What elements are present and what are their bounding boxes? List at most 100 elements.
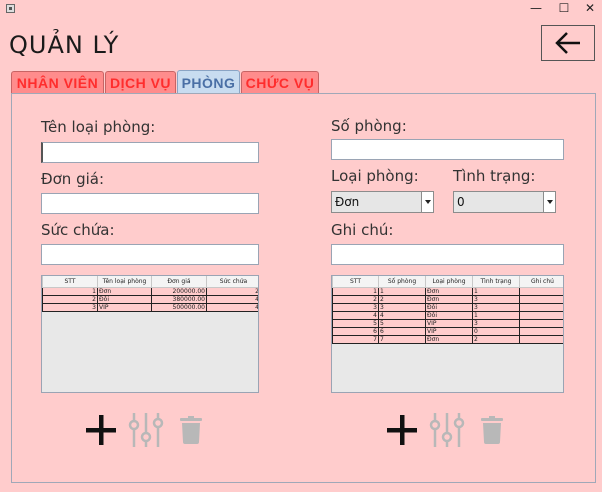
room-number-label: Số phòng: bbox=[331, 117, 407, 135]
table-cell bbox=[519, 310, 563, 320]
table-cell: Đơn bbox=[425, 294, 473, 304]
table-cell bbox=[519, 326, 563, 336]
table-cell: 2 bbox=[206, 286, 258, 296]
table-row[interactable]: 4 4 Đôi 1 bbox=[332, 310, 563, 320]
table-cell: Đơn bbox=[425, 286, 473, 296]
table-cell: 1 bbox=[42, 286, 98, 296]
capacity-input[interactable] bbox=[41, 244, 259, 265]
table-cell: 4 bbox=[332, 310, 379, 320]
back-button[interactable] bbox=[541, 25, 595, 61]
table-cell: 1 bbox=[332, 286, 379, 296]
tab-dich-vu[interactable]: DỊCH VỤ bbox=[105, 71, 176, 93]
column-header[interactable]: Tên loại phòng bbox=[97, 276, 152, 288]
room-type-select[interactable]: Đơn bbox=[331, 191, 434, 213]
room-type-name-input[interactable] bbox=[41, 142, 259, 163]
table-cell: 1 bbox=[472, 310, 520, 320]
arrow-left-icon bbox=[555, 32, 580, 54]
status-selected: 0 bbox=[457, 195, 465, 209]
table-cell: 6 bbox=[378, 326, 426, 336]
table-cell: 5 bbox=[378, 318, 426, 328]
table-cell: 3 bbox=[472, 294, 520, 304]
table-cell bbox=[519, 294, 563, 304]
room-type-table[interactable]: STT Tên loại phòng Đơn giá Sức chứa 1 Đơ… bbox=[41, 275, 259, 393]
price-label: Đơn giá: bbox=[41, 170, 105, 188]
table-row[interactable]: 1 Đơn 200000.00 2 bbox=[42, 286, 258, 296]
room-type-selected: Đơn bbox=[335, 195, 360, 209]
table-cell bbox=[519, 334, 563, 344]
room-type-name-label: Tên loại phòng: bbox=[41, 118, 156, 136]
tab-phong[interactable]: PHÒNG bbox=[177, 70, 240, 94]
table-cell: 7 bbox=[332, 334, 379, 344]
table-cell: Đôi bbox=[425, 310, 473, 320]
table-cell bbox=[519, 286, 563, 296]
delete-room-type-button[interactable] bbox=[180, 416, 202, 448]
table-cell: 3 bbox=[472, 302, 520, 312]
note-label: Ghi chú: bbox=[331, 221, 394, 239]
table-cell: Đôi bbox=[425, 302, 473, 312]
add-room-button[interactable] bbox=[385, 413, 419, 451]
table-cell: 3 bbox=[42, 302, 98, 312]
close-button[interactable]: ✕ bbox=[576, 0, 602, 17]
table-cell: 4 bbox=[206, 294, 258, 304]
table-cell: 1 bbox=[472, 286, 520, 296]
column-header[interactable]: Loại phòng bbox=[425, 276, 473, 288]
table-cell: 7 bbox=[378, 334, 426, 344]
table-cell: 2 bbox=[332, 294, 379, 304]
tab-chuc-vu[interactable]: CHỨC VỤ bbox=[241, 71, 319, 93]
table-cell bbox=[519, 302, 563, 312]
trash-icon bbox=[481, 416, 503, 444]
column-header[interactable]: Đơn giá bbox=[151, 276, 207, 288]
minimize-button[interactable]: — bbox=[522, 0, 550, 17]
edit-room-type-button[interactable] bbox=[128, 411, 164, 453]
room-number-input[interactable] bbox=[331, 139, 564, 160]
table-row[interactable]: 7 7 Đơn 2 bbox=[332, 334, 563, 344]
table-row[interactable]: 2 Đôi 380000.00 4 bbox=[42, 294, 258, 304]
room-table[interactable]: STT Số phòng Loại phòng Tình trạng Ghi c… bbox=[331, 275, 564, 393]
table-cell: 500000.00 bbox=[151, 302, 207, 312]
column-header[interactable]: Số phòng bbox=[378, 276, 426, 288]
column-header[interactable]: Tình trạng bbox=[472, 276, 520, 288]
plus-icon bbox=[387, 415, 417, 445]
table-cell: 4 bbox=[378, 310, 426, 320]
column-header[interactable]: STT bbox=[42, 276, 98, 288]
table-cell: Đôi bbox=[97, 294, 152, 304]
table-cell: VIP bbox=[425, 318, 473, 328]
tab-nhan-vien[interactable]: NHÂN VIÊN bbox=[11, 71, 104, 93]
table-row[interactable]: 6 6 VIP 0 bbox=[332, 326, 563, 336]
capacity-label: Sức chứa: bbox=[41, 221, 115, 239]
table-cell: Đơn bbox=[425, 334, 473, 344]
table-row[interactable]: 1 1 Đơn 1 bbox=[332, 286, 563, 296]
table-row[interactable]: 3 3 Đôi 3 bbox=[332, 302, 563, 312]
table-cell: 3 bbox=[472, 318, 520, 328]
table-cell: 0 bbox=[472, 326, 520, 336]
price-input[interactable] bbox=[41, 193, 259, 214]
plus-icon bbox=[86, 415, 116, 445]
table-cell bbox=[519, 318, 563, 328]
trash-icon bbox=[180, 416, 202, 444]
table-cell: 1 bbox=[378, 286, 426, 296]
maximize-button[interactable]: ☐ bbox=[550, 0, 578, 17]
status-select[interactable]: 0 bbox=[453, 191, 556, 213]
column-header[interactable]: Sức chứa bbox=[206, 276, 258, 288]
table-row[interactable]: 2 2 Đơn 3 bbox=[332, 294, 563, 304]
table-cell: VIP bbox=[97, 302, 152, 312]
table-cell: 2 bbox=[42, 294, 98, 304]
sliders-icon bbox=[429, 413, 465, 447]
status-label: Tình trạng: bbox=[453, 167, 536, 185]
note-input[interactable] bbox=[331, 244, 564, 265]
chevron-down-icon[interactable] bbox=[543, 192, 555, 212]
add-room-type-button[interactable] bbox=[84, 413, 118, 451]
table-row[interactable]: 3 VIP 500000.00 4 bbox=[42, 302, 258, 312]
delete-room-button[interactable] bbox=[481, 416, 503, 448]
sliders-icon bbox=[128, 413, 164, 447]
app-icon bbox=[6, 4, 15, 13]
table-cell: VIP bbox=[425, 326, 473, 336]
edit-room-button[interactable] bbox=[429, 411, 465, 453]
table-cell: 5 bbox=[332, 318, 379, 328]
table-cell: 200000.00 bbox=[151, 286, 207, 296]
table-row[interactable]: 5 5 VIP 3 bbox=[332, 318, 563, 328]
chevron-down-icon[interactable] bbox=[421, 192, 433, 212]
table-cell: 4 bbox=[206, 302, 258, 312]
column-header[interactable]: STT bbox=[332, 276, 379, 288]
column-header[interactable]: Ghi chú bbox=[519, 276, 563, 288]
